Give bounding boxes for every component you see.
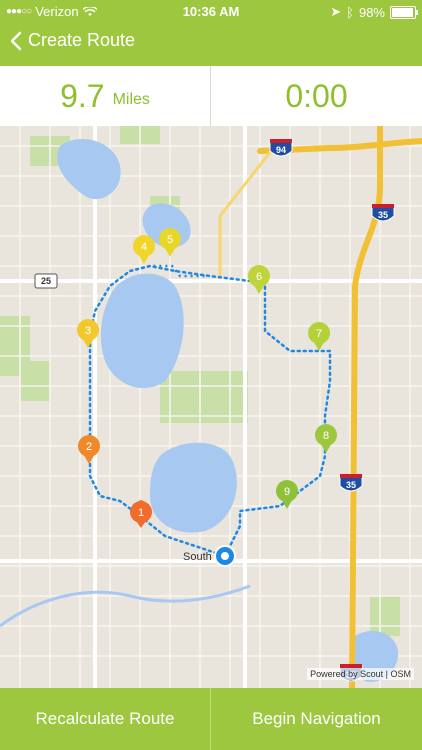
chevron-left-icon [10, 31, 22, 50]
lake [100, 273, 184, 389]
battery-icon [390, 5, 418, 19]
location-arrow-icon: ➤ [330, 4, 342, 19]
map-attribution[interactable]: Powered by Scout | OSM [307, 668, 414, 680]
bottom-action-bar: Recalculate Route Begin Navigation [0, 688, 422, 750]
location-label: South [183, 551, 212, 563]
svg-text:8: 8 [323, 430, 329, 442]
svg-text:25: 25 [41, 276, 51, 286]
park-area [370, 596, 400, 636]
svg-text:4: 4 [141, 241, 147, 253]
battery-percent: 98% [358, 4, 385, 20]
svg-text:35: 35 [378, 210, 388, 220]
interstate-shield-35: 35 [371, 204, 395, 222]
state-route-shield-25: 25 [34, 273, 58, 289]
svg-text:9: 9 [284, 486, 290, 498]
route-map[interactable]: 94 35 35 35 25 [0, 126, 422, 688]
interstate-shield-35: 35 [339, 474, 363, 492]
distance-unit: Miles [112, 91, 150, 108]
map-canvas[interactable]: 94 35 35 35 25 [0, 126, 422, 688]
svg-text:2: 2 [86, 441, 92, 453]
svg-text:35: 35 [346, 480, 356, 490]
svg-text:5: 5 [167, 234, 173, 246]
nav-bar: Create Route [0, 22, 422, 66]
svg-text:3: 3 [85, 325, 91, 337]
svg-text:7: 7 [316, 328, 322, 340]
bluetooth-icon: ᛒ [346, 4, 354, 20]
svg-text:6: 6 [256, 271, 262, 283]
svg-text:1: 1 [138, 507, 144, 519]
back-button[interactable]: Create Route [10, 30, 135, 51]
back-button-label: Create Route [28, 30, 136, 50]
distance-stat: 9.7 Miles [0, 66, 211, 126]
svg-text:94: 94 [276, 145, 286, 155]
current-location-icon[interactable] [214, 545, 236, 567]
status-bar: ●●●○○ Verizon 10:36 AM ➤ ᛒ 98% [0, 0, 422, 22]
park-area [20, 361, 50, 401]
route-stats: 9.7 Miles 0:00 [0, 66, 422, 127]
distance-value: 9.7 [60, 77, 105, 114]
interstate-shield-94: 94 [269, 139, 293, 157]
duration-value: 0:00 [285, 77, 348, 114]
begin-navigation-button[interactable]: Begin Navigation [211, 688, 422, 750]
recalculate-route-button[interactable]: Recalculate Route [0, 688, 211, 750]
duration-stat: 0:00 [211, 66, 422, 126]
